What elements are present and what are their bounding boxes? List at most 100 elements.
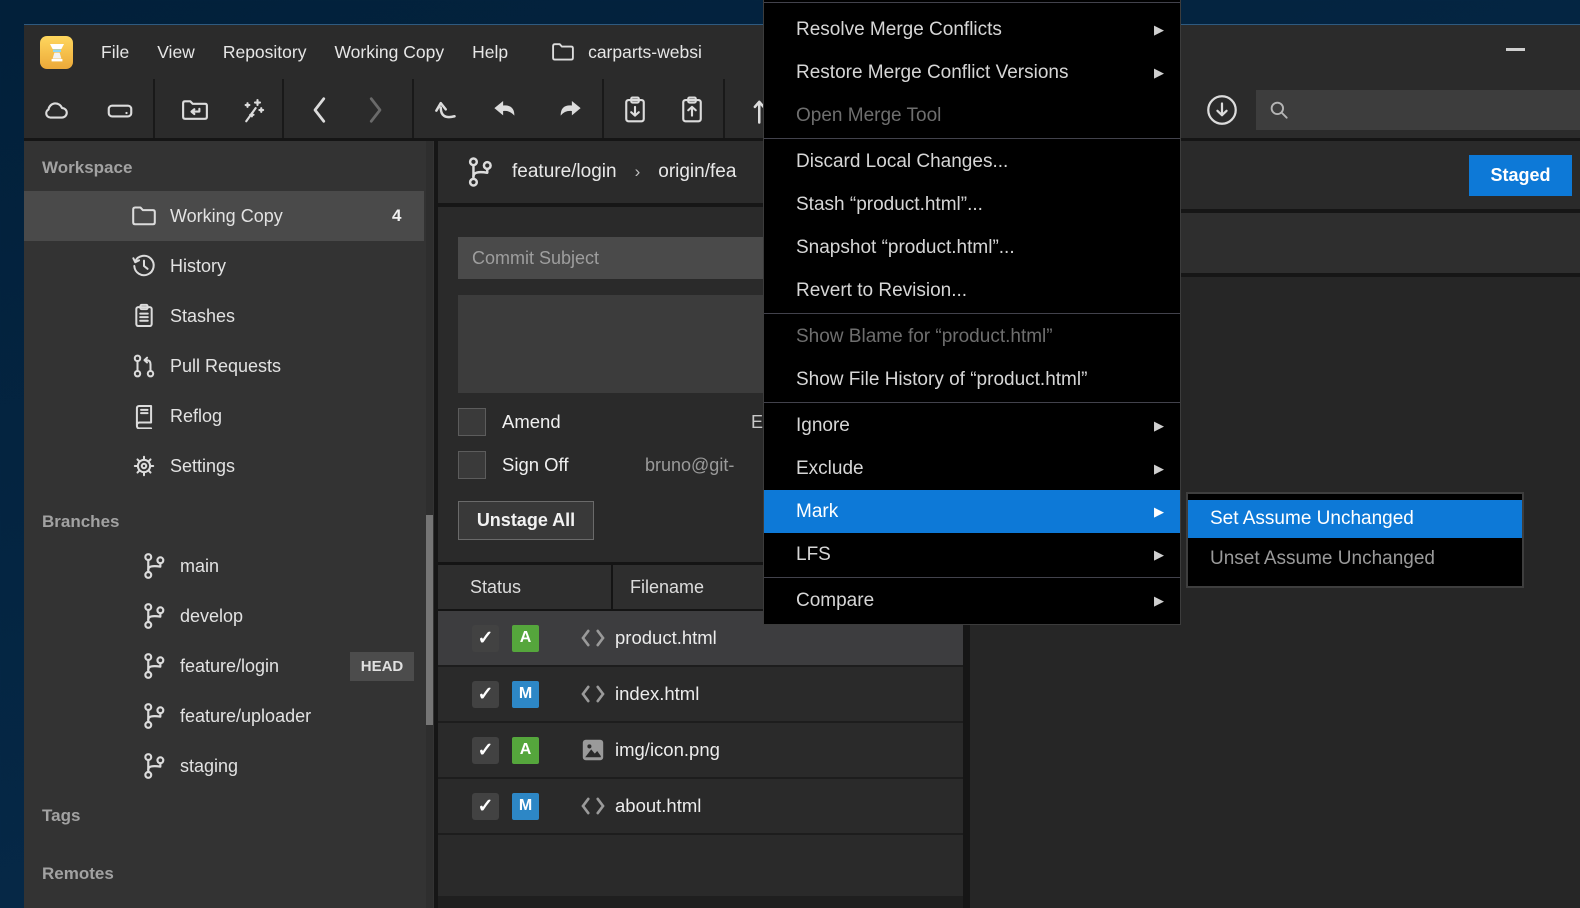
nav-forward-icon[interactable] <box>358 93 392 127</box>
working-copy-count-badge: 4 <box>392 206 401 226</box>
menu-separator <box>764 2 1180 3</box>
status-badge-modified: M <box>512 793 539 820</box>
sidebar-header-workspace: Workspace <box>42 153 132 183</box>
sourcetree-app-icon <box>40 36 73 69</box>
signoff-row: Sign Off <box>458 451 569 479</box>
sidebar-item-settings[interactable]: Settings <box>24 441 424 491</box>
menu-repository[interactable]: Repository <box>223 42 307 63</box>
search-input[interactable] <box>1256 90 1580 130</box>
sidebar-item-working-copy[interactable]: Working Copy 4 <box>24 191 424 241</box>
row-checkbox[interactable] <box>472 737 499 764</box>
branch-icon <box>140 602 168 630</box>
menu-item-compare[interactable]: Compare <box>764 579 1180 622</box>
sidebar-scrollbar-thumb[interactable] <box>426 515 433 725</box>
sidebar-item-reflog[interactable]: Reflog <box>24 391 424 441</box>
menu-item-exclude[interactable]: Exclude <box>764 447 1180 490</box>
menu-item-restore-merge-conflict-versions[interactable]: Restore Merge Conflict Versions <box>764 51 1180 94</box>
toolbar-divider <box>153 79 155 138</box>
sidebar-item-history[interactable]: History <box>24 241 424 291</box>
pull-request-icon <box>130 352 158 380</box>
menu-item-mark[interactable]: Mark <box>764 490 1180 533</box>
table-row-about[interactable]: M about.html <box>438 779 963 835</box>
jump-out-arrow-icon[interactable] <box>430 93 464 127</box>
redo-arrow-icon[interactable] <box>553 93 587 127</box>
menu-item-ignore[interactable]: Ignore <box>764 404 1180 447</box>
sidebar-item-remote-partial[interactable] <box>24 893 424 908</box>
author-email-fragment: bruno@git- <box>645 455 734 476</box>
menu-item-open-merge-tool: Open Merge Tool <box>764 94 1180 137</box>
gear-icon <box>130 452 158 480</box>
toolbar-divider <box>723 79 725 138</box>
sidebar-item-branch-feature-uploader[interactable]: feature/uploader <box>24 691 424 741</box>
branch-icon <box>140 752 168 780</box>
folder-icon <box>550 41 576 63</box>
book-icon <box>130 402 158 430</box>
sidebar-header-branches: Branches <box>42 507 119 537</box>
breadcrumb-current-branch[interactable]: feature/login <box>512 161 617 183</box>
menu-item-revert-to-revision[interactable]: Revert to Revision... <box>764 269 1180 312</box>
branch-icon <box>140 652 168 680</box>
sidebar-item-stashes[interactable]: Stashes <box>24 291 424 341</box>
row-checkbox[interactable] <box>472 793 499 820</box>
menu-view[interactable]: View <box>157 42 195 63</box>
status-badge-added: A <box>512 625 539 652</box>
staged-button[interactable]: Staged <box>1469 155 1572 196</box>
menu-help[interactable]: Help <box>472 42 508 63</box>
magic-wand-icon[interactable] <box>233 93 267 127</box>
status-badge-added: A <box>512 737 539 764</box>
signoff-label: Sign Off <box>502 454 569 476</box>
sidebar-item-pull-requests[interactable]: Pull Requests <box>24 341 424 391</box>
breadcrumb-tracking-branch[interactable]: origin/fea <box>658 161 736 183</box>
circled-download-icon[interactable] <box>1205 93 1239 127</box>
status-badge-modified: M <box>512 681 539 708</box>
submenu-item-unset-assume-unchanged[interactable]: Unset Assume Unchanged <box>1188 540 1522 578</box>
submenu-item-set-assume-unchanged[interactable]: Set Assume Unchanged <box>1188 500 1522 538</box>
menu-item-show-file-history[interactable]: Show File History of “product.html” <box>764 358 1180 401</box>
clipboard-up-icon[interactable] <box>675 93 709 127</box>
table-row-icon-png[interactable]: A img/icon.png <box>438 723 963 779</box>
search-icon <box>1268 99 1290 121</box>
menu-item-lfs[interactable]: LFS <box>764 533 1180 576</box>
cloud-icon[interactable] <box>40 93 74 127</box>
menu-item-discard-local-changes[interactable]: Discard Local Changes... <box>764 140 1180 183</box>
sidebar-header-tags: Tags <box>42 801 80 831</box>
minimize-button[interactable] <box>1506 48 1525 51</box>
repo-tab[interactable]: carparts-websi <box>550 41 702 63</box>
sidebar-item-branch-develop[interactable]: develop <box>24 591 424 641</box>
code-file-icon <box>580 793 606 819</box>
drive-icon[interactable] <box>103 93 137 127</box>
column-filename[interactable]: Filename <box>630 577 704 598</box>
unstage-all-button[interactable]: Unstage All <box>458 501 594 540</box>
menu-item-resolve-merge-conflicts[interactable]: Resolve Merge Conflicts <box>764 8 1180 51</box>
nav-back-icon[interactable] <box>303 93 337 127</box>
sidebar-item-branch-staging[interactable]: staging <box>24 741 424 791</box>
menu-item-snapshot[interactable]: Snapshot “product.html”... <box>764 226 1180 269</box>
sidebar-item-branch-main[interactable]: main <box>24 541 424 591</box>
signoff-checkbox[interactable] <box>458 451 486 479</box>
sidebar-item-branch-feature-login[interactable]: feature/login HEAD <box>24 641 424 691</box>
author-text-fragment: E <box>751 412 763 433</box>
menu-item-stash[interactable]: Stash “product.html”... <box>764 183 1180 226</box>
amend-row: Amend <box>458 408 561 436</box>
folder-icon <box>130 202 158 230</box>
toolbar-divider <box>602 79 604 138</box>
amend-checkbox[interactable] <box>458 408 486 436</box>
branch-icon <box>140 552 168 580</box>
sidebar: Workspace Working Copy 4 History Stashes… <box>24 141 434 908</box>
undo-arrow-icon[interactable] <box>488 93 522 127</box>
panel-bottom-strip <box>438 896 963 908</box>
row-checkbox[interactable] <box>472 681 499 708</box>
menu-item-show-blame: Show Blame for “product.html” <box>764 315 1180 358</box>
column-divider[interactable] <box>611 565 613 611</box>
column-status[interactable]: Status <box>470 577 521 598</box>
toolbar-divider <box>412 79 414 138</box>
folder-icon <box>130 904 158 908</box>
folder-return-icon[interactable] <box>178 93 212 127</box>
menu-file[interactable]: File <box>101 42 129 63</box>
table-row-index[interactable]: M index.html <box>438 667 963 723</box>
history-icon <box>130 252 158 280</box>
row-checkbox[interactable] <box>472 625 499 652</box>
clipboard-down-icon[interactable] <box>618 93 652 127</box>
repo-tab-label: carparts-websi <box>588 42 702 63</box>
menu-working-copy[interactable]: Working Copy <box>334 42 444 63</box>
